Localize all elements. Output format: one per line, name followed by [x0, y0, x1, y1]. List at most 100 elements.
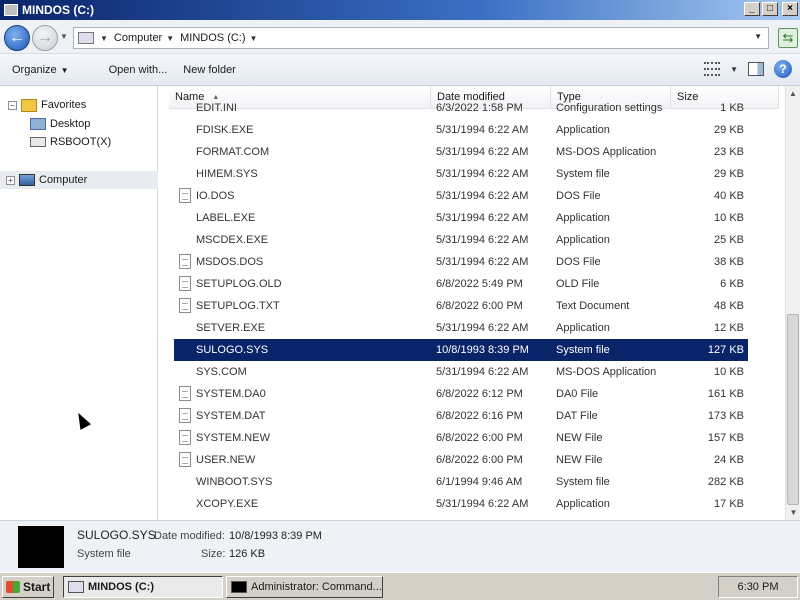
file-type: Application — [556, 124, 610, 136]
breadcrumb-drive[interactable]: MINDOS (C:) — [180, 32, 245, 44]
file-date: 6/8/2022 5:49 PM — [436, 278, 523, 290]
caret-down-icon: ▼ — [60, 65, 69, 75]
file-name: MSCDEX.EXE — [196, 234, 269, 246]
file-name: SYSTEM.DA0 — [196, 388, 266, 400]
file-row[interactable]: FDISK.EXE 5/31/1994 6:22 AM Application 29 … — [174, 119, 748, 141]
file-row[interactable]: SYSTEM.DAT 6/8/2022 6:16 PM DAT File 173 KB — [174, 405, 748, 427]
expand-icon[interactable]: + — [6, 175, 15, 185]
file-size: 17 KB — [714, 498, 744, 510]
file-row[interactable]: SULOGO.SYS 10/8/1993 8:39 PM System file 12… — [174, 339, 748, 361]
file-type: OLD File — [556, 278, 600, 290]
file-type: System file — [556, 344, 610, 356]
file-thumbnail — [18, 526, 64, 568]
file-row[interactable]: SETUPLOG.OLD 6/8/2022 5:49 PM OLD File 6 KB — [174, 273, 748, 295]
file-date: 6/8/2022 6:00 PM — [436, 300, 523, 312]
taskbar-item-explorer[interactable]: MINDOS (C:) — [63, 576, 223, 598]
file-row[interactable]: SYSTEM.DA0 6/8/2022 6:12 PM DA0 File 161 KB — [174, 383, 748, 405]
file-row[interactable]: SETVER.EXE 5/31/1994 6:22 AM Application 12… — [174, 317, 748, 339]
close-button[interactable]: × — [782, 2, 798, 16]
document-icon — [179, 298, 191, 313]
vertical-scrollbar[interactable]: ▲ ▼ — [785, 86, 800, 520]
file-name: WINBOOT.SYS — [196, 476, 273, 488]
arrow-right-icon: → — [37, 29, 53, 46]
taskbar-item-command[interactable]: Administrator: Command... — [226, 576, 383, 598]
organize-button[interactable]: Organize ▼ — [6, 64, 75, 76]
file-row[interactable]: MSCDEX.EXE 5/31/1994 6:22 AM Application 25… — [174, 229, 748, 251]
file-row[interactable]: SYS.COM 5/31/1994 6:22 AM MS-DOS Applicati… — [174, 361, 748, 383]
file-row[interactable]: USER.NEW 6/8/2022 6:00 PM NEW File 24 KB — [174, 449, 748, 471]
application-icon — [179, 364, 191, 379]
history-dropdown-icon[interactable]: ▼ — [60, 32, 68, 41]
file-type: Application — [556, 234, 610, 246]
file-date: 5/31/1994 6:22 AM — [436, 322, 529, 334]
scroll-down-icon[interactable]: ▼ — [786, 505, 800, 520]
taskbar-item-label: Administrator: Command... — [251, 581, 382, 593]
file-date: 5/31/1994 6:22 AM — [436, 498, 529, 510]
file-size: 24 KB — [714, 454, 744, 466]
file-size: 282 KB — [707, 476, 744, 488]
file-type: Text Document — [556, 300, 630, 312]
file-type: NEW File — [556, 454, 603, 466]
tree-item-favorites[interactable]: − Favorites — [8, 96, 86, 114]
chevron-down-icon[interactable]: ▼ — [250, 34, 258, 43]
open-with-button[interactable]: Open with... — [103, 64, 174, 76]
scroll-thumb[interactable] — [787, 314, 799, 505]
file-date: 5/31/1994 6:22 AM — [436, 212, 529, 224]
file-row[interactable]: HIMEM.SYS 5/31/1994 6:22 AM System file 29 … — [174, 163, 748, 185]
file-row[interactable]: MSDOS.DOS 5/31/1994 6:22 AM DOS File 38 KB — [174, 251, 748, 273]
details-pane: SULOGO.SYS Date modified: 10/8/1993 8:39… — [0, 520, 800, 572]
file-row[interactable]: XCOPY.EXE 5/31/1994 6:22 AM Application 17 … — [174, 493, 748, 515]
file-row[interactable]: IO.DOS 5/31/1994 6:22 AM DOS File 40 KB — [174, 185, 748, 207]
minimize-button[interactable]: _ — [744, 2, 760, 16]
file-type: Application — [556, 322, 610, 334]
system-file-icon — [179, 166, 191, 181]
file-date: 6/8/2022 6:00 PM — [436, 432, 523, 444]
tree-item-desktop[interactable]: Desktop — [30, 115, 90, 133]
new-folder-button[interactable]: New folder — [177, 64, 242, 76]
file-row[interactable]: WINBOOT.SYS 6/1/1994 9:46 AM System file 28… — [174, 471, 748, 493]
file-date: 5/31/1994 6:22 AM — [436, 366, 529, 378]
tree-item-rsboot[interactable]: RSBOOT(X) — [30, 133, 111, 151]
address-dropdown-icon[interactable]: ▼ — [754, 32, 762, 41]
title-bar[interactable]: MINDOS (C:) _ □ × — [0, 0, 800, 20]
application-icon — [179, 122, 191, 137]
file-row[interactable]: SETUPLOG.TXT 6/8/2022 6:00 PM Text Documen… — [174, 295, 748, 317]
desktop-icon — [30, 118, 46, 130]
details-date-label: Date modified: — [154, 530, 225, 542]
file-list: Name ▲ Date modified Type Size EDIT.INI 6/… — [159, 86, 800, 520]
chevron-down-icon[interactable]: ▼ — [166, 34, 174, 43]
details-type: System file — [77, 548, 131, 560]
address-bar[interactable]: ▼ Computer ▼ MINDOS (C:) ▼ ▼ — [73, 27, 769, 49]
back-button[interactable]: ← — [4, 25, 30, 51]
file-row[interactable]: EDIT.INI 6/3/2022 1:58 PM Configuration se… — [174, 97, 748, 119]
caret-down-icon[interactable]: ▼ — [730, 65, 738, 74]
file-date: 6/1/1994 9:46 AM — [436, 476, 523, 488]
file-date: 5/31/1994 6:22 AM — [436, 190, 529, 202]
maximize-button[interactable]: □ — [762, 2, 778, 16]
windows-logo-icon — [6, 581, 20, 593]
address-row: ← → ▼ ▼ Computer ▼ MINDOS (C:) ▼ ▼ ⇆ — [0, 20, 800, 54]
file-row[interactable]: LABEL.EXE 5/31/1994 6:22 AM Application 10 … — [174, 207, 748, 229]
breadcrumb-computer[interactable]: Computer — [114, 32, 162, 44]
file-row[interactable]: SYSTEM.NEW 6/8/2022 6:00 PM NEW File 157 KB — [174, 427, 748, 449]
forward-button[interactable]: → — [32, 25, 58, 51]
tree-item-computer[interactable]: + Computer — [0, 171, 158, 189]
refresh-button[interactable]: ⇆ — [778, 28, 798, 48]
file-row[interactable]: FORMAT.COM 5/31/1994 6:22 AM MS-DOS Applic… — [174, 141, 748, 163]
file-size: 29 KB — [714, 124, 744, 136]
chevron-down-icon[interactable]: ▼ — [100, 34, 108, 43]
clock[interactable]: 6:30 PM — [718, 576, 798, 598]
start-label: Start — [23, 580, 51, 594]
file-type: Application — [556, 498, 610, 510]
collapse-icon[interactable]: − — [8, 100, 17, 110]
file-type: DA0 File — [556, 388, 599, 400]
scroll-up-icon[interactable]: ▲ — [786, 86, 800, 101]
file-name: FDISK.EXE — [196, 124, 254, 136]
file-date: 10/8/1993 8:39 PM — [436, 344, 529, 356]
views-icon[interactable] — [704, 62, 721, 76]
help-button[interactable]: ? — [774, 60, 792, 78]
start-button[interactable]: Start — [2, 576, 54, 598]
file-size: 40 KB — [714, 190, 744, 202]
preview-pane-icon[interactable] — [748, 62, 764, 76]
file-name: FORMAT.COM — [196, 146, 270, 158]
